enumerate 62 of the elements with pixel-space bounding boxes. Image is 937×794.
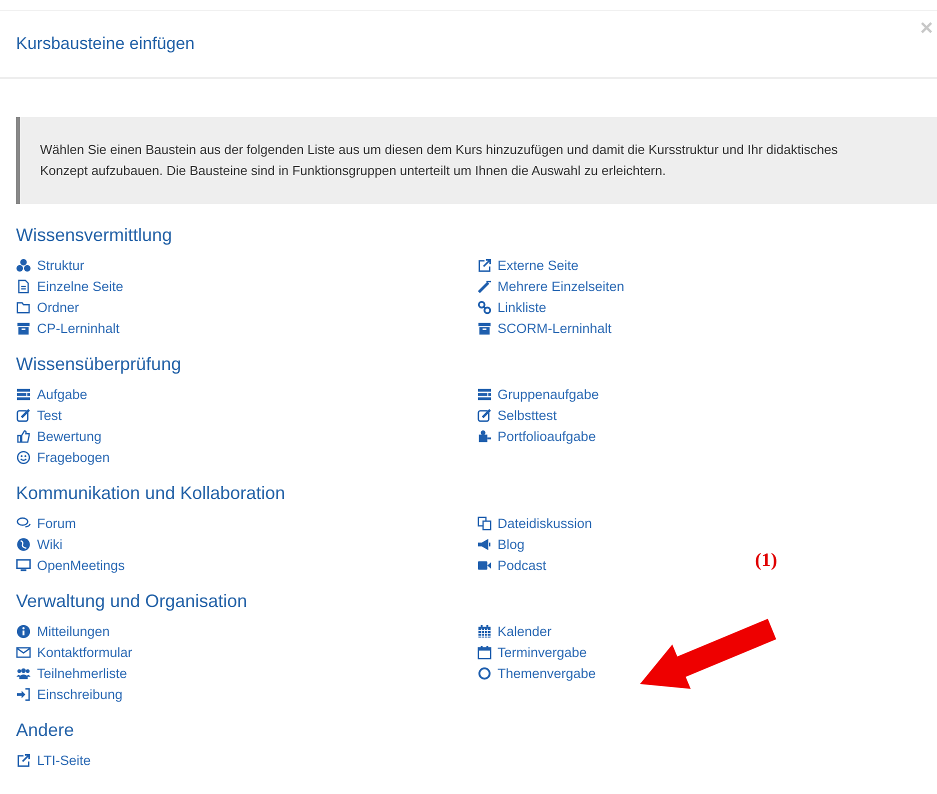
calendar-icon bbox=[476, 645, 492, 660]
course-element-link[interactable]: Struktur bbox=[16, 255, 84, 276]
course-element-link[interactable]: Themenvergabe bbox=[476, 663, 596, 684]
course-element-link[interactable]: LTI-Seite bbox=[16, 750, 91, 771]
external-link-icon bbox=[476, 258, 492, 273]
folder-icon bbox=[16, 300, 31, 315]
course-element-link[interactable]: Fragebogen bbox=[16, 447, 110, 468]
group-heading: Andere bbox=[16, 719, 76, 741]
users-icon bbox=[16, 666, 31, 681]
course-element-link[interactable]: Forum bbox=[16, 513, 76, 534]
course-element-link[interactable]: Terminvergabe bbox=[476, 642, 587, 663]
archive-box-icon bbox=[476, 321, 492, 336]
edit-icon bbox=[476, 408, 492, 423]
course-element-link[interactable]: OpenMeetings bbox=[16, 555, 125, 576]
edit-icon bbox=[16, 408, 31, 423]
course-element-link[interactable]: Mitteilungen bbox=[16, 621, 110, 642]
course-element-link[interactable]: Selbsttest bbox=[476, 405, 557, 426]
archive-box-icon bbox=[16, 321, 31, 336]
course-element-link[interactable]: Linkliste bbox=[476, 297, 546, 318]
dialog-title: Kursbausteine einfügen bbox=[16, 34, 195, 54]
group-heading: Wissensüberprüfung bbox=[16, 353, 182, 375]
course-element-link[interactable]: Podcast bbox=[476, 555, 546, 576]
course-element-link[interactable]: Ordner bbox=[16, 297, 80, 318]
course-element-link[interactable]: Gruppenaufgabe bbox=[476, 384, 599, 405]
course-element-link[interactable]: Kalender bbox=[476, 621, 552, 642]
link-icon bbox=[476, 300, 492, 315]
annotation-label: (1) bbox=[755, 550, 778, 572]
course-element-link[interactable]: Blog bbox=[476, 534, 525, 555]
list-bars-icon bbox=[16, 387, 31, 402]
course-element-link[interactable]: Kontaktformular bbox=[16, 642, 132, 663]
info-box: Wählen Sie einen Baustein aus der folgenden Liste aus um diesen dem Kurs hinzuzufügen und damit die Kursstruktur und Ihr didaktisches Konzept aufzubauen. Die Bausteine sind in Funktionsgruppen unterteilt um Ihnen die Auswahl zu erleichtern. bbox=[16, 117, 937, 204]
globe-icon bbox=[16, 537, 31, 552]
info-icon bbox=[16, 624, 31, 639]
course-element-link[interactable]: Test bbox=[16, 405, 62, 426]
group-heading: Verwaltung und Organisation bbox=[16, 590, 248, 612]
course-element-link[interactable]: Bewertung bbox=[16, 426, 102, 447]
course-element-link[interactable]: Dateidiskussion bbox=[476, 513, 592, 534]
sign-in-arrow-icon bbox=[16, 687, 31, 702]
monitor-icon bbox=[16, 558, 31, 573]
course-element-link[interactable]: Teilnehmerliste bbox=[16, 663, 128, 684]
wand-icon bbox=[476, 279, 492, 294]
megaphone-icon bbox=[476, 537, 492, 552]
document-icon bbox=[16, 279, 31, 294]
course-element-link[interactable]: CP-Lerninhalt bbox=[16, 318, 120, 339]
group-heading: Kommunikation und Kollaboration bbox=[16, 482, 286, 504]
external-link-icon bbox=[16, 753, 31, 768]
course-element-link[interactable]: Aufgabe bbox=[16, 384, 88, 405]
copy-icon bbox=[476, 516, 492, 531]
list-bars-icon bbox=[476, 387, 492, 402]
course-element-link[interactable]: Wiki bbox=[16, 534, 62, 555]
smiley-icon bbox=[16, 450, 31, 465]
calendar-icon bbox=[476, 624, 492, 639]
course-element-link[interactable]: Einschreibung bbox=[16, 684, 123, 705]
course-element-link[interactable]: Portfolioaufgabe bbox=[476, 426, 596, 447]
envelope-icon bbox=[16, 645, 31, 660]
course-element-link[interactable]: Einzelne Seite bbox=[16, 276, 124, 297]
course-element-link[interactable]: Mehrere Einzelseiten bbox=[476, 276, 624, 297]
course-element-link[interactable]: Externe Seite bbox=[476, 255, 579, 276]
thumbs-up-icon bbox=[16, 429, 31, 444]
course-element-link[interactable]: SCORM-Lerninhalt bbox=[476, 318, 612, 339]
group-heading: Wissensvermittlung bbox=[16, 224, 174, 246]
circle-icon bbox=[476, 666, 492, 681]
